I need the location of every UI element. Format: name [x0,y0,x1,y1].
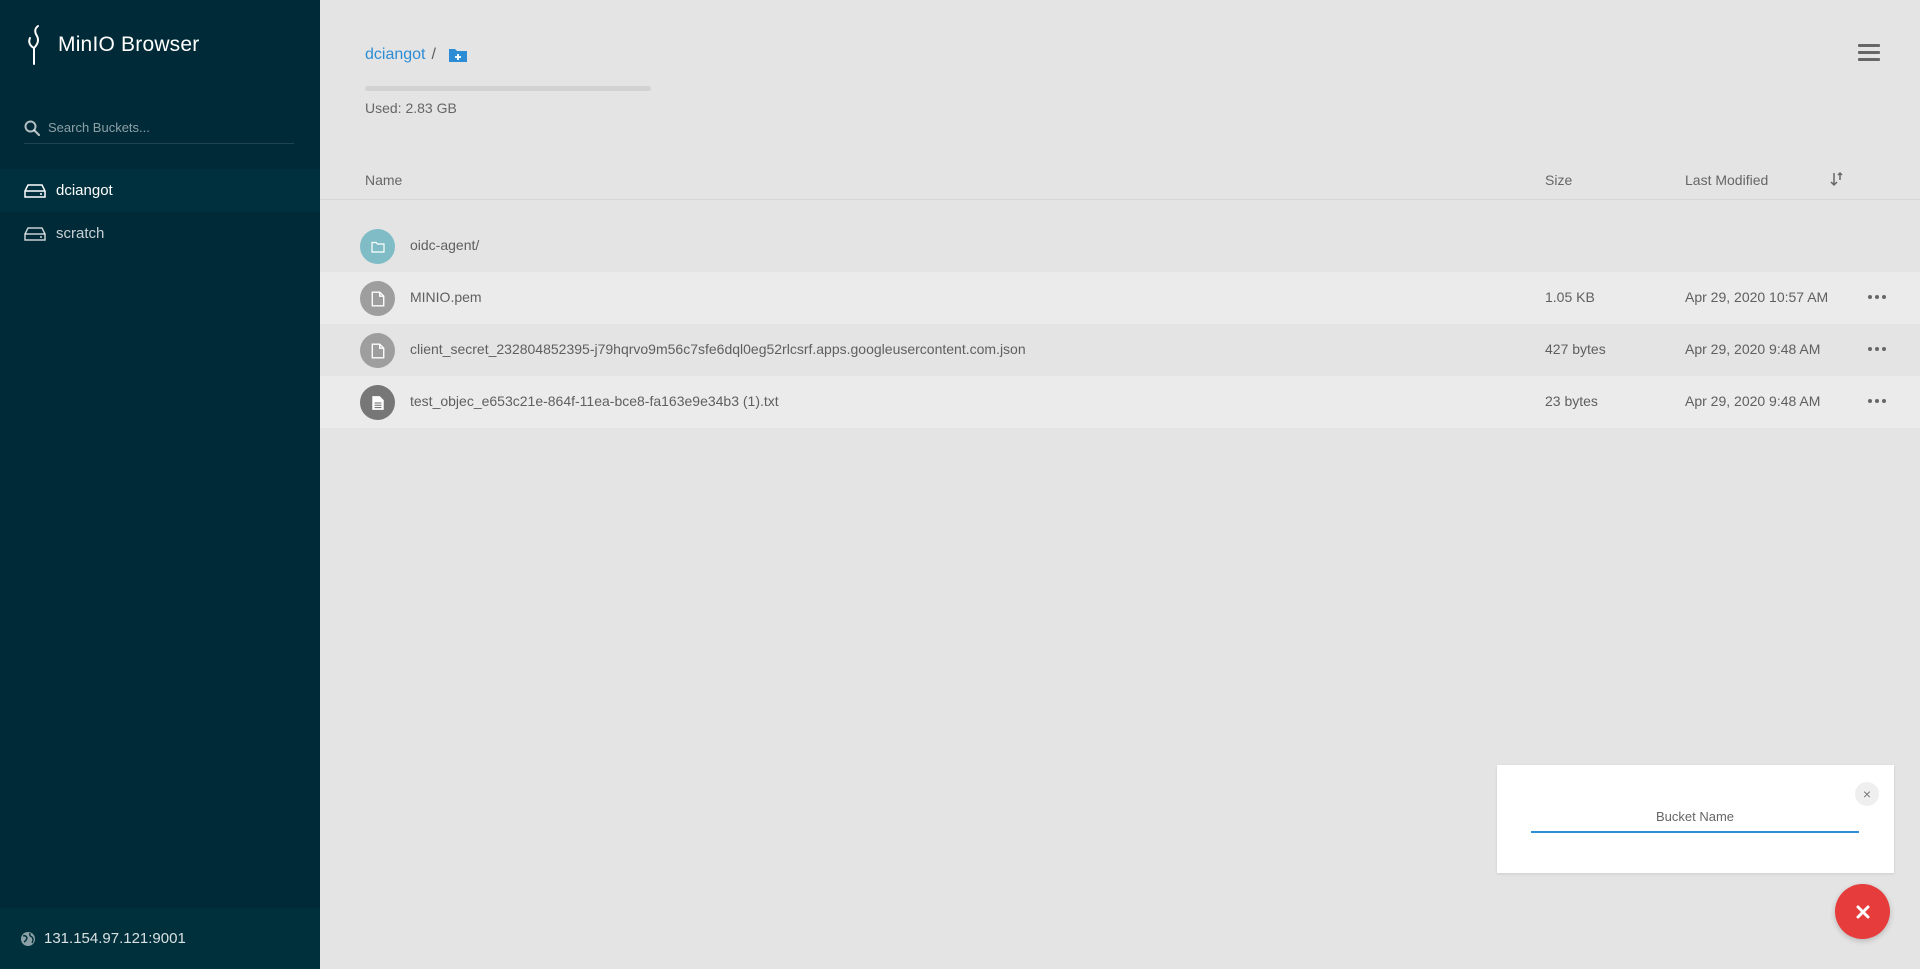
column-header-name[interactable]: Name [365,172,402,188]
globe-icon [21,931,35,946]
file-row[interactable]: oidc-agent/ [320,220,1920,272]
app-title: MinIO Browser [58,33,200,56]
bucket-name-input[interactable] [1531,801,1859,833]
new-folder-icon[interactable] [448,47,468,63]
file-list: oidc-agent/ MINIO.pem 1.05 KB Apr 29, 20… [320,220,1920,428]
close-icon [1856,905,1869,918]
bucket-item-scratch[interactable]: scratch [0,212,320,255]
file-name[interactable]: client_secret_232804852395-j79hqrvo9m56c… [410,341,1026,357]
host-info: 131.154.97.121:9001 [0,908,320,969]
file-icon [360,281,395,316]
more-actions-icon[interactable] [1867,289,1887,305]
file-name[interactable]: test_objec_e653c21e-864f-11ea-bce8-fa163… [410,393,779,409]
drive-icon [24,183,46,198]
file-size: 1.05 KB [1545,289,1595,305]
file-table-header: Name Size Last Modified [320,160,1920,200]
breadcrumb: dciangot / [365,46,468,64]
file-name[interactable]: MINIO.pem [410,289,482,305]
bucket-list: dciangot scratch [0,169,320,255]
minio-logo-icon [28,25,39,65]
sidebar: MinIO Browser dciangot scratch [0,0,320,969]
storage-usage-bar [365,86,651,91]
file-row[interactable]: client_secret_232804852395-j79hqrvo9m56c… [320,324,1920,376]
bucket-item-dciangot[interactable]: dciangot [0,169,320,212]
text-file-icon [360,385,395,420]
close-fab-button[interactable] [1835,884,1890,939]
search-buckets-input[interactable] [48,120,278,135]
file-modified: Apr 29, 2020 9:48 AM [1685,393,1821,409]
file-modified: Apr 29, 2020 10:57 AM [1685,289,1829,305]
host-address: 131.154.97.121:9001 [44,930,186,947]
column-header-last-modified[interactable]: Last Modified [1685,172,1768,188]
logo: MinIO Browser [24,24,199,66]
breadcrumb-separator: / [431,46,436,63]
bucket-label: scratch [56,225,105,242]
file-size: 23 bytes [1545,393,1598,409]
folder-icon [360,229,395,264]
search-icon [24,120,40,136]
file-row[interactable]: test_objec_e653c21e-864f-11ea-bce8-fa163… [320,376,1920,428]
storage-usage-label: Used: 2.83 GB [365,100,457,116]
hamburger-menu-icon[interactable] [1858,44,1880,62]
file-size: 427 bytes [1545,341,1606,357]
create-bucket-dialog: × [1497,765,1894,873]
more-actions-icon[interactable] [1867,393,1887,409]
sort-icon[interactable] [1830,171,1844,187]
file-name[interactable]: oidc-agent/ [410,237,479,253]
drive-icon [24,226,46,241]
main-content: dciangot / Used: 2.83 GB Name Size Last … [320,0,1920,969]
more-actions-icon[interactable] [1867,341,1887,357]
breadcrumb-bucket-link[interactable]: dciangot [365,46,426,64]
file-icon [360,333,395,368]
bucket-search [24,112,294,144]
bucket-label: dciangot [56,182,113,199]
column-header-size[interactable]: Size [1545,172,1572,188]
file-modified: Apr 29, 2020 9:48 AM [1685,341,1821,357]
file-row[interactable]: MINIO.pem 1.05 KB Apr 29, 2020 10:57 AM [320,272,1920,324]
